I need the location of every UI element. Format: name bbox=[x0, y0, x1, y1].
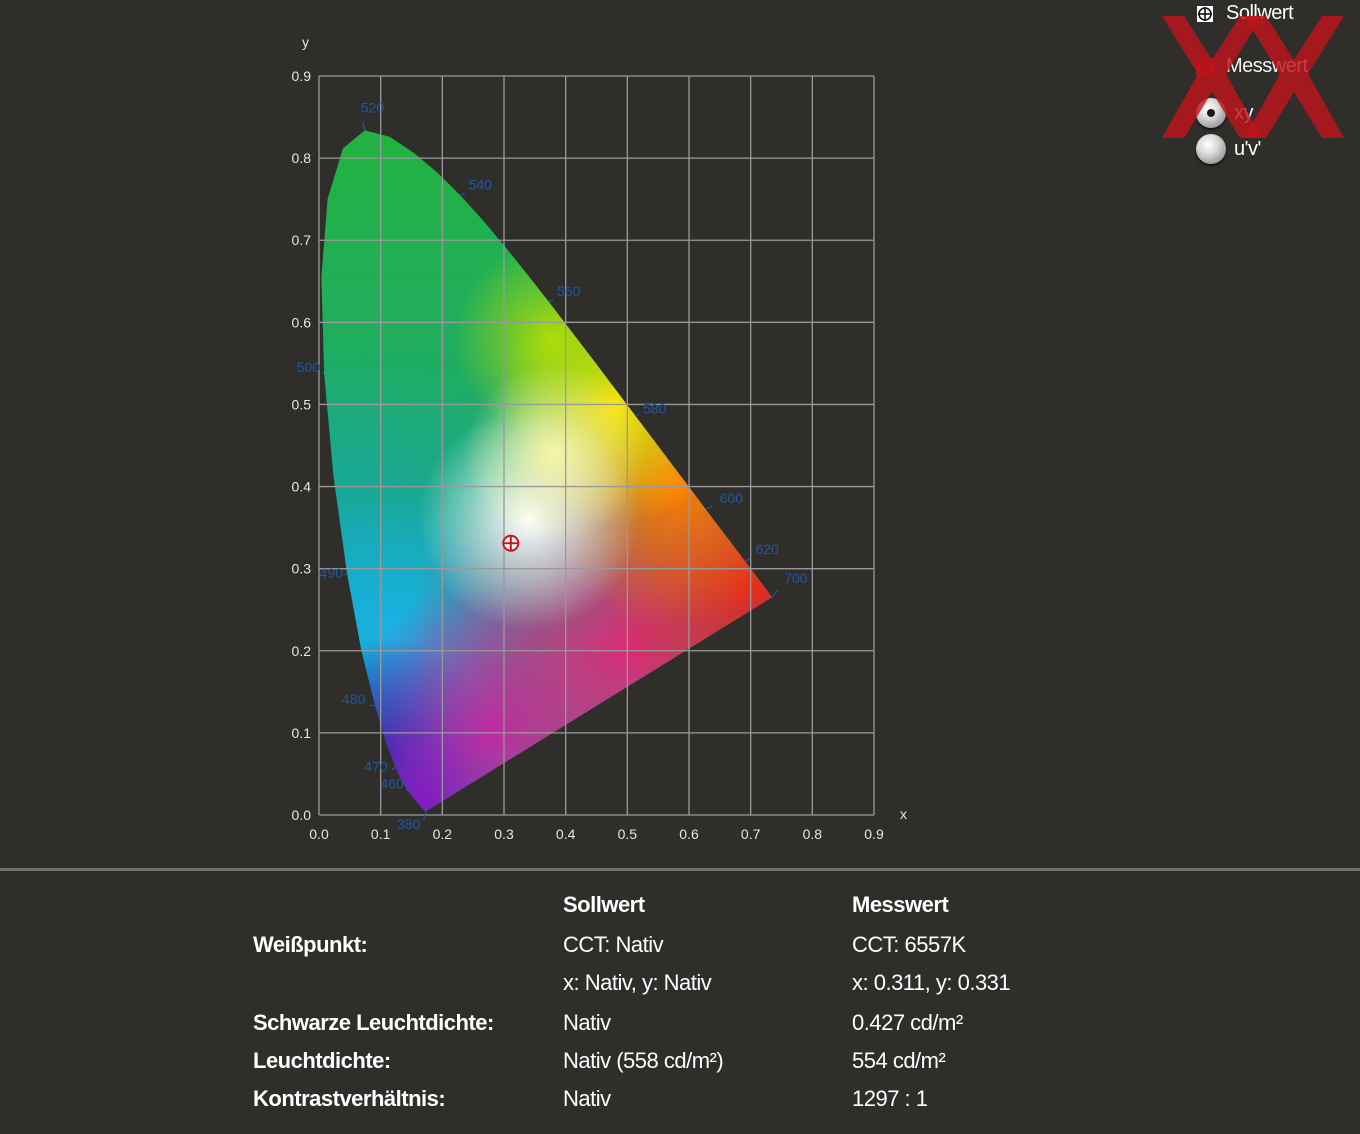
x-axis-label: x bbox=[900, 806, 907, 822]
y-axis-label: y bbox=[302, 34, 309, 50]
y-tick-label: 0.9 bbox=[292, 68, 312, 84]
cream-region bbox=[463, 363, 644, 544]
wavelength-label: 460 bbox=[380, 776, 404, 792]
y-tick-label: 0.5 bbox=[292, 396, 312, 412]
wavelength-label: 520 bbox=[361, 99, 385, 115]
x-tick-label: 0.2 bbox=[433, 826, 453, 842]
wavelength-tick bbox=[745, 557, 751, 563]
watermark-logo bbox=[1162, 16, 1344, 138]
wavelength-label: 700 bbox=[784, 570, 808, 586]
wavelength-tick bbox=[705, 505, 713, 510]
wavelength-label: 490 bbox=[320, 565, 344, 581]
x-tick-label: 0.3 bbox=[494, 826, 514, 842]
wavelength-label: 380 bbox=[397, 816, 421, 832]
cie-chromaticity-chart: 0.0 0.1 0.2 0.3 0.4 0.5 0.6 0.7 0.8 0.9 0.0 0.1 0.2 0… bbox=[292, 34, 907, 842]
y-tick-label: 0.2 bbox=[292, 643, 312, 659]
row-label: Kontrastverhältnis: bbox=[253, 1086, 446, 1111]
target-value: Nativ bbox=[563, 1010, 611, 1035]
measurement-table: Sollwert Messwert Weißpunkt: CCT: Nativ … bbox=[0, 880, 1360, 1134]
y-tick-label: 0.4 bbox=[292, 479, 312, 495]
x-tick-label: 0.5 bbox=[618, 826, 638, 842]
x-tick-label: 0.9 bbox=[864, 826, 884, 842]
chromaticity-gamut bbox=[321, 130, 773, 812]
wavelength-tick bbox=[771, 589, 779, 598]
wavelength-label: 500 bbox=[297, 359, 321, 375]
wavelength-label: 620 bbox=[755, 541, 779, 557]
measured-value: 0.427 cd/m² bbox=[852, 1010, 963, 1035]
x-tick-label: 0.0 bbox=[309, 826, 329, 842]
wavelength-label: 470 bbox=[364, 759, 388, 775]
x-tick-label: 0.1 bbox=[371, 826, 391, 842]
y-tick-label: 0.8 bbox=[292, 150, 312, 166]
measured-whitepoint-marker bbox=[502, 534, 520, 552]
column-header-measured: Messwert bbox=[852, 892, 949, 917]
target-value: x: Nativ, y: Nativ bbox=[563, 970, 712, 995]
wavelength-tick bbox=[362, 121, 366, 131]
wavelength-tick bbox=[460, 192, 465, 197]
wavelength-tick bbox=[634, 413, 640, 417]
y-tick-label: 0.6 bbox=[292, 314, 312, 330]
y-tick-label: 0.7 bbox=[292, 232, 312, 248]
target-value: Nativ bbox=[563, 1086, 611, 1111]
measured-value: x: 0.311, y: 0.331 bbox=[852, 970, 1011, 995]
measured-value: 1297 : 1 bbox=[852, 1086, 928, 1111]
target-value: Nativ (558 cd/m²) bbox=[563, 1048, 724, 1073]
measured-value: CCT: 6557K bbox=[852, 932, 966, 957]
measured-value: 554 cd/m² bbox=[852, 1048, 946, 1073]
wavelength-label: 600 bbox=[720, 490, 744, 506]
y-tick-label: 0.1 bbox=[292, 725, 312, 741]
wavelength-label: 480 bbox=[342, 691, 366, 707]
row-label: Schwarze Leuchtdichte: bbox=[253, 1010, 494, 1035]
wavelength-tick bbox=[548, 298, 554, 303]
section-divider bbox=[0, 868, 1360, 871]
row-label: Weißpunkt: bbox=[253, 932, 368, 957]
wavelength-label: 560 bbox=[557, 283, 581, 299]
row-label: Leuchtdichte: bbox=[253, 1048, 391, 1073]
y-tick-label: 0.3 bbox=[292, 561, 312, 577]
wavelength-tick bbox=[321, 371, 325, 374]
y-tick-label: 0.0 bbox=[292, 807, 312, 823]
wavelength-label: 540 bbox=[469, 177, 493, 193]
target-value: CCT: Nativ bbox=[563, 932, 664, 957]
wavelength-tick bbox=[391, 767, 396, 771]
wavelength-tick bbox=[370, 704, 376, 707]
column-header-target: Sollwert bbox=[563, 892, 645, 917]
x-tick-label: 0.4 bbox=[556, 826, 576, 842]
wavelength-tick bbox=[344, 572, 348, 576]
x-tick-label: 0.7 bbox=[741, 826, 761, 842]
x-tick-label: 0.6 bbox=[679, 826, 699, 842]
wavelength-label: 580 bbox=[643, 400, 667, 416]
x-tick-label: 0.8 bbox=[803, 826, 823, 842]
